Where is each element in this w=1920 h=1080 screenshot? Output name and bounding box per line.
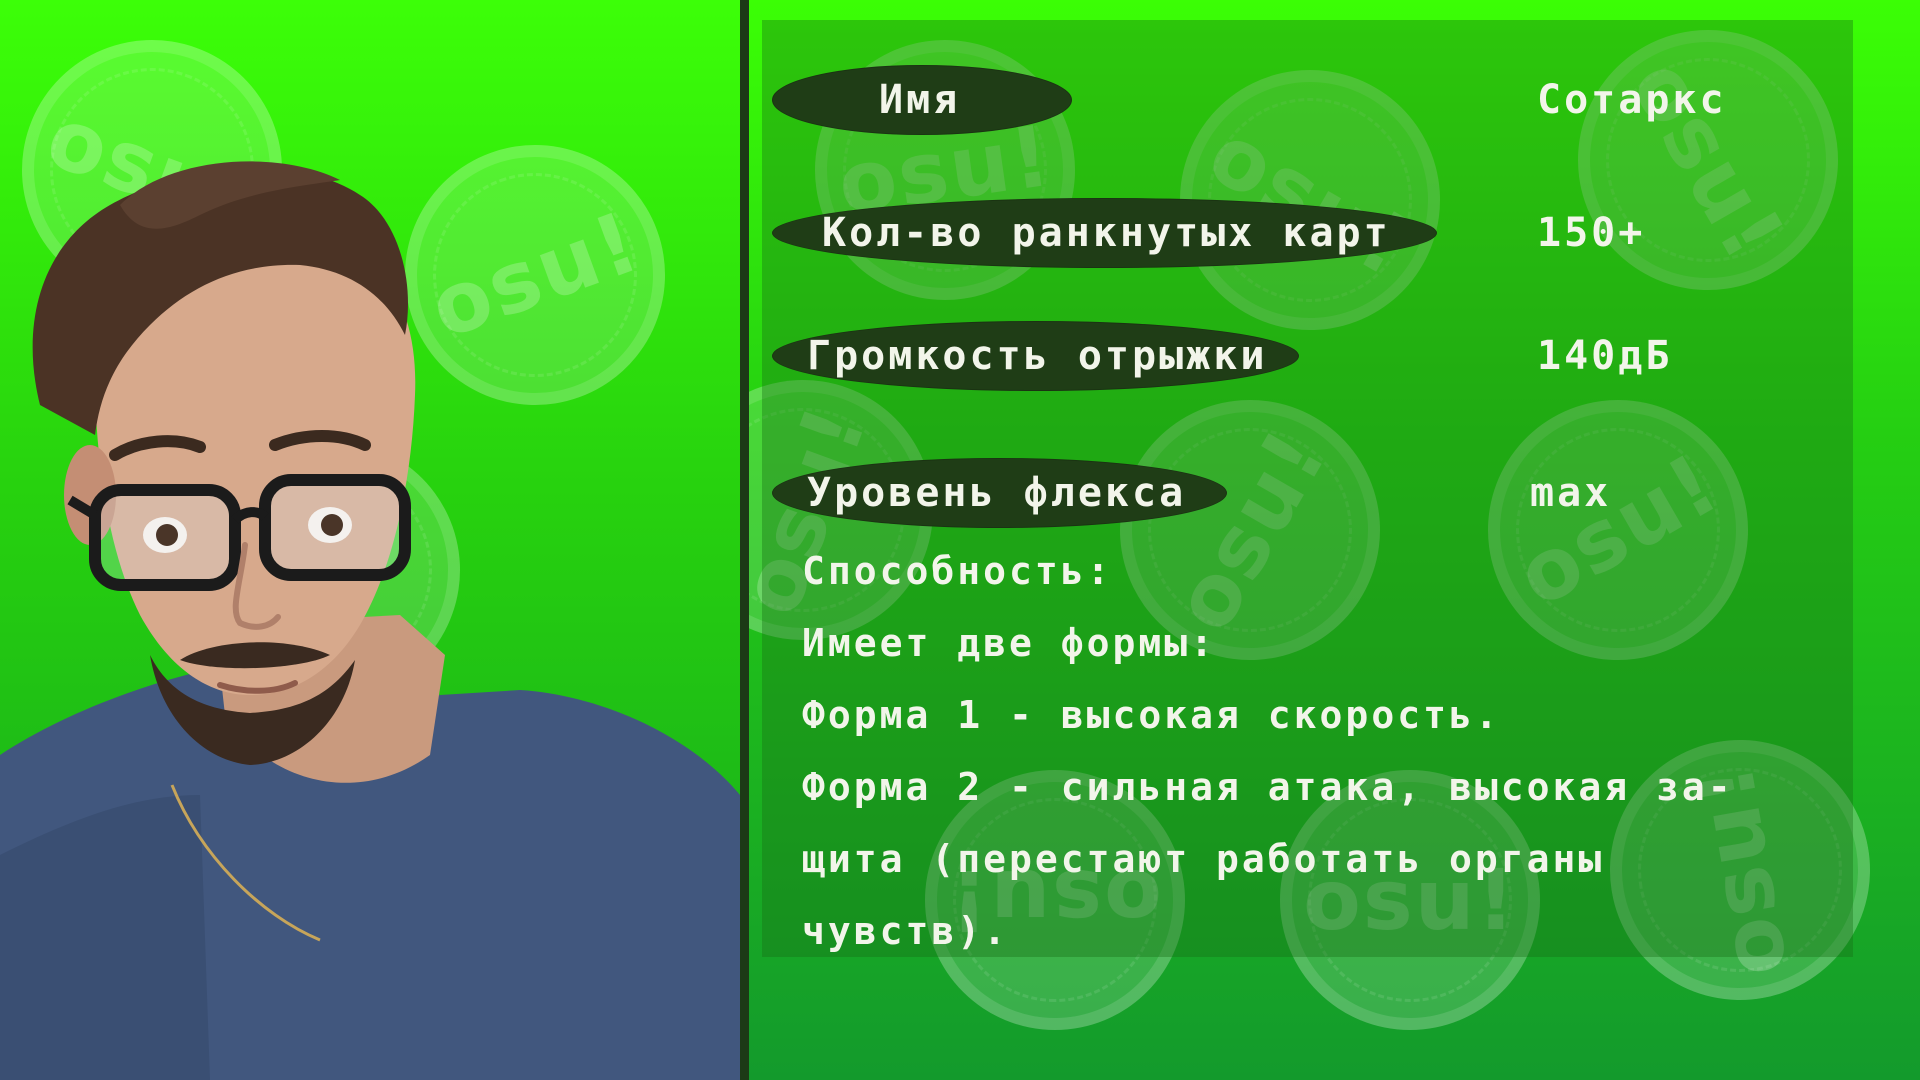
panel-divider [740,0,749,1080]
stat-label: Имя [879,77,961,123]
poster: osu! osu! osu! osu! osu! osu! osu! osu! … [0,0,1920,1080]
stat-row-flex-level: Уровень флекса max [762,448,1853,538]
stat-label: Уровень флекса [807,470,1187,516]
stat-row-ranked-maps: Кол-во ранкнутых карт 150+ [762,188,1853,278]
pupil-left [156,524,178,546]
stat-value: Сотаркс [1537,77,1727,123]
stat-row-burp-volume: Громкость отрыжки 140дБ [762,311,1853,401]
stat-label: Громкость отрыжки [807,333,1268,379]
description-line: чувств). [802,909,1010,953]
description-line: Форма 1 - высокая скорость. [802,693,1501,737]
stat-value: 150+ [1537,210,1646,256]
portrait-panel: osu! osu! osu! [0,0,740,1080]
stat-value: 140дБ [1537,333,1673,379]
description-line: Способность: [802,549,1113,593]
stat-row-name: Имя Сотаркс [762,55,1853,145]
stat-label: Кол-во ранкнутых карт [822,210,1391,256]
description-line: Имеет две формы: [802,621,1217,665]
portrait-photo [0,161,740,1080]
ability-description: Способность: Имеет две формы: Форма 1 - … [802,535,1832,967]
stat-value: max [1530,470,1612,516]
character-card: Имя Сотаркс Кол-во ранкнутых карт 150+ Г… [762,20,1853,957]
description-line: Форма 2 - сильная атака, высокая за- [802,765,1734,809]
description-line: щита (перестают работать органы [802,837,1605,881]
pupil-right [321,514,343,536]
